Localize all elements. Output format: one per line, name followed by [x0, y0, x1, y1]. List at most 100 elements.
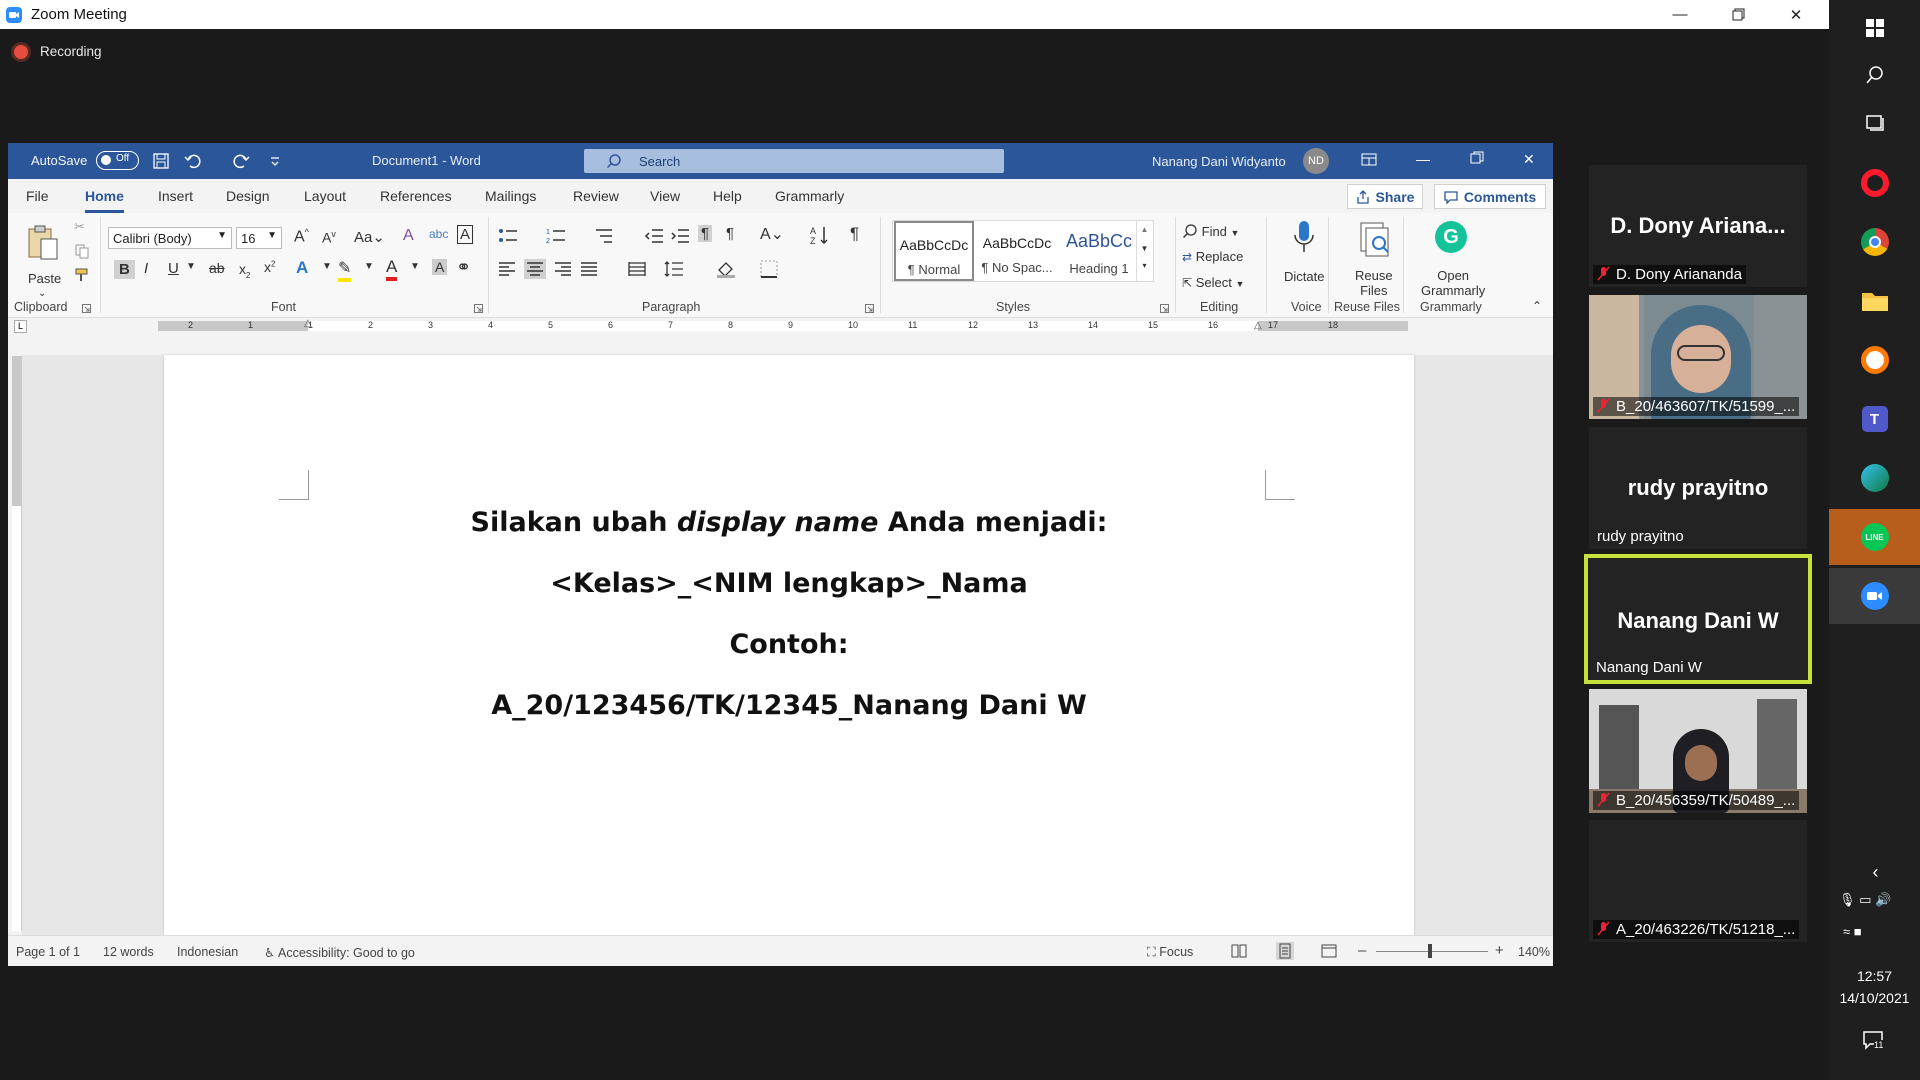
file-explorer-app[interactable]: [1829, 273, 1920, 329]
reuse-files-label[interactable]: Reuse Files: [1355, 268, 1393, 298]
undo-icon[interactable]: [184, 152, 202, 170]
right-indent-marker-icon[interactable]: △: [1254, 320, 1262, 331]
zoom-slider[interactable]: [1376, 944, 1488, 958]
word-minimize-button[interactable]: —: [1416, 151, 1430, 167]
show-hidden-icons-icon[interactable]: ‹: [1830, 862, 1920, 883]
tab-view[interactable]: View: [650, 188, 680, 204]
underline-button[interactable]: U: [168, 260, 179, 277]
style-no-spacing[interactable]: AaBbCcDc ¶ No Spac...: [977, 221, 1057, 281]
character-border-icon[interactable]: A: [457, 225, 474, 244]
app-orange[interactable]: [1829, 332, 1920, 388]
find-button[interactable]: Find ▼: [1182, 223, 1239, 239]
indent-marker-icon[interactable]: △: [304, 318, 312, 329]
edge-app[interactable]: [1829, 450, 1920, 506]
tab-layout[interactable]: Layout: [304, 188, 346, 204]
tab-insert[interactable]: Insert: [158, 188, 193, 204]
font-size-select[interactable]: 16 ▼: [236, 227, 282, 249]
format-painter-icon[interactable]: [74, 267, 90, 283]
align-left-icon[interactable]: [498, 261, 516, 277]
shading-icon[interactable]: [716, 260, 736, 278]
ltr-icon[interactable]: ¶: [698, 225, 713, 242]
asian-layout-icon[interactable]: A⌄: [760, 224, 784, 244]
font-color-icon[interactable]: A: [386, 257, 398, 281]
task-view-button[interactable]: [1829, 95, 1920, 151]
customize-qat-icon[interactable]: [266, 152, 284, 170]
zoom-slider-thumb[interactable]: [1428, 944, 1432, 958]
save-icon[interactable]: [152, 152, 170, 170]
highlight-icon[interactable]: ✎: [338, 258, 352, 282]
subscript-button[interactable]: x2: [239, 261, 250, 280]
tab-selector-icon[interactable]: L: [14, 320, 27, 333]
phonetic-guide-icon[interactable]: abc: [429, 227, 448, 241]
document-page[interactable]: Silakan ubah display name Anda menjadi: …: [164, 355, 1414, 935]
font-name-select[interactable]: Calibri (Body) ▼: [108, 227, 232, 249]
restore-button[interactable]: [1709, 0, 1767, 29]
grammarly-icon[interactable]: G: [1435, 221, 1467, 253]
chevron-down-icon[interactable]: ▼: [410, 261, 420, 272]
bullets-icon[interactable]: [498, 227, 518, 245]
chevron-down-icon[interactable]: ▼: [322, 261, 332, 272]
chrome-app[interactable]: [1829, 214, 1920, 270]
grow-font-icon[interactable]: A^: [294, 227, 309, 246]
italic-button[interactable]: I: [144, 260, 148, 277]
participant-tile[interactable]: rudy prayitno rudy prayitno: [1589, 427, 1807, 549]
open-grammarly-label[interactable]: Open Grammarly: [1421, 268, 1485, 298]
reuse-files-icon[interactable]: [1357, 221, 1393, 257]
close-button[interactable]: ✕: [1767, 0, 1825, 29]
participant-tile-active-speaker[interactable]: Nanang Dani W Nanang Dani W: [1584, 554, 1812, 684]
zoom-level[interactable]: 140%: [1518, 945, 1550, 959]
dictate-label[interactable]: Dictate: [1284, 269, 1324, 284]
cut-icon[interactable]: ✂: [74, 219, 85, 235]
system-tray-icons[interactable]: 🎙 ▭ 🔊: [1839, 892, 1891, 908]
borders-icon[interactable]: [760, 260, 778, 278]
vertical-ruler[interactable]: [12, 356, 22, 931]
tab-grammarly[interactable]: Grammarly: [775, 188, 844, 204]
chevron-down-icon[interactable]: ▼: [186, 261, 196, 272]
teams-app[interactable]: T: [1829, 391, 1920, 447]
minimize-button[interactable]: —: [1651, 0, 1709, 29]
notifications-button[interactable]: 11: [1862, 1030, 1888, 1054]
clipboard-launcher-icon[interactable]: [82, 304, 91, 313]
chevron-up-icon[interactable]: ▲: [1137, 225, 1152, 234]
word-close-button[interactable]: ✕: [1523, 151, 1535, 168]
zoom-in-button[interactable]: +: [1495, 942, 1504, 959]
microphone-icon[interactable]: [1292, 219, 1316, 255]
justify-icon[interactable]: [580, 261, 598, 277]
participant-tile[interactable]: B_20/456359/TK/50489_...: [1589, 689, 1807, 813]
tab-help[interactable]: Help: [713, 188, 742, 204]
opera-app[interactable]: [1829, 155, 1920, 211]
accessibility-status[interactable]: ♿ Accessibility: Good to go: [264, 945, 415, 960]
chevron-down-icon[interactable]: ▼: [364, 261, 374, 272]
align-center-icon[interactable]: [524, 259, 546, 279]
copy-icon[interactable]: [74, 243, 90, 259]
tab-mailings[interactable]: Mailings: [485, 188, 536, 204]
bold-button[interactable]: B: [114, 260, 135, 279]
network-tray-icons[interactable]: ≈ ■: [1843, 924, 1862, 939]
select-button[interactable]: ⇱ Select ▼: [1182, 275, 1244, 290]
teams-tray-icon[interactable]: ■: [1854, 924, 1862, 939]
participant-tile[interactable]: D. Dony Ariana... D. Dony Ariananda: [1589, 165, 1807, 287]
horizontal-ruler[interactable]: L 2 1 1 2 3 4 5 6 7 8 9 10 11 12 13 14 15 16 17 18 △ △: [8, 318, 1553, 335]
enclose-characters-icon[interactable]: ⚭: [456, 257, 471, 278]
line-spacing-icon[interactable]: [664, 260, 684, 278]
chevron-down-icon[interactable]: ▼: [1137, 244, 1152, 253]
tab-home[interactable]: Home: [85, 188, 124, 213]
align-right-icon[interactable]: [554, 261, 572, 277]
redo-icon[interactable]: [232, 152, 250, 170]
tab-review[interactable]: Review: [573, 188, 619, 204]
paragraph-launcher-icon[interactable]: [865, 304, 874, 313]
user-avatar[interactable]: ND: [1303, 148, 1329, 174]
clock-date[interactable]: 14/10/2021: [1829, 990, 1920, 1006]
decrease-indent-icon[interactable]: [644, 227, 664, 245]
language-status[interactable]: Indonesian: [177, 945, 238, 959]
increase-indent-icon[interactable]: [670, 227, 690, 245]
shrink-font-icon[interactable]: Av: [322, 229, 336, 246]
show-marks-icon[interactable]: ¶: [850, 224, 859, 244]
change-case-icon[interactable]: Aa⌄: [354, 228, 385, 246]
microphone-tray-icon[interactable]: 🎙: [1839, 892, 1856, 907]
text-effects-icon[interactable]: A: [296, 258, 308, 278]
read-mode-icon[interactable]: [1231, 944, 1247, 958]
wifi-icon[interactable]: ≈: [1843, 924, 1850, 939]
participant-tile[interactable]: A_20/463226/TK/51218_...: [1589, 820, 1807, 942]
styles-scroll[interactable]: ▲ ▼ ▾: [1136, 221, 1152, 281]
